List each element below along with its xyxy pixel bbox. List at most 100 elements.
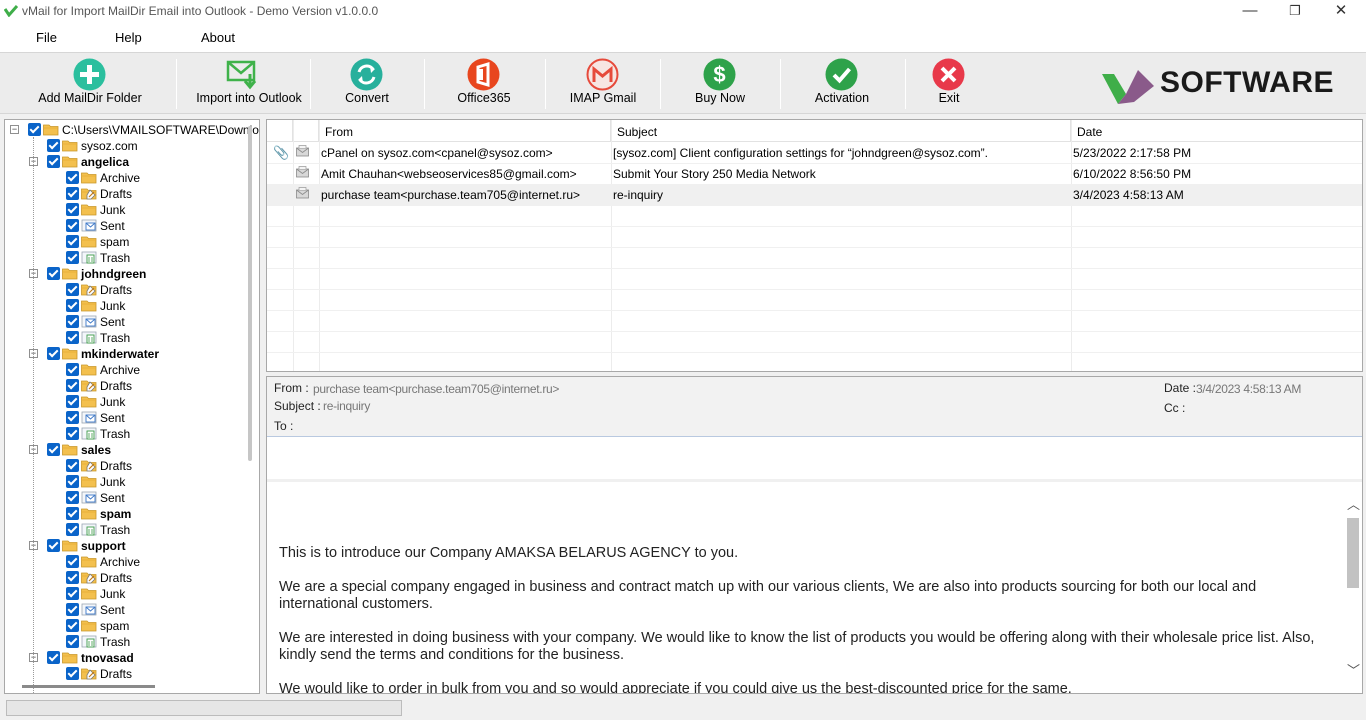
tree-item-trash[interactable]: Trash bbox=[5, 250, 259, 266]
tree-item-spam[interactable]: spam bbox=[5, 234, 259, 250]
folder-checkbox[interactable] bbox=[66, 491, 79, 504]
tree-item-archive[interactable]: Archive bbox=[5, 362, 259, 378]
tree-item-trash[interactable]: Trash bbox=[5, 330, 259, 346]
column-header-from[interactable]: From bbox=[319, 120, 611, 142]
folder-checkbox[interactable] bbox=[66, 571, 79, 584]
folder-checkbox[interactable] bbox=[66, 411, 79, 424]
tree-item-trash[interactable]: Trash bbox=[5, 522, 259, 538]
email-body[interactable]: This is to introduce our Company AMAKSA … bbox=[267, 485, 1343, 693]
tree-item-mkinderwater[interactable]: − mkinderwater bbox=[5, 346, 259, 362]
folder-checkbox[interactable] bbox=[66, 427, 79, 440]
tree-item-sent[interactable]: Sent bbox=[5, 602, 259, 618]
folder-checkbox[interactable] bbox=[66, 251, 79, 264]
folder-checkbox[interactable] bbox=[66, 475, 79, 488]
folder-checkbox[interactable] bbox=[66, 203, 79, 216]
tree-item-junk[interactable]: Junk bbox=[5, 394, 259, 410]
table-row[interactable]: Amit Chauhan<webseoservices85@gmail.com>… bbox=[267, 163, 1362, 184]
tree-item-sent[interactable]: Sent bbox=[5, 218, 259, 234]
folder-checkbox[interactable] bbox=[47, 651, 60, 664]
tree-root[interactable]: − C:\Users\VMAILSOFTWARE\Downlo... bbox=[5, 122, 259, 138]
menu-file[interactable]: File bbox=[36, 30, 57, 45]
folder-checkbox[interactable] bbox=[47, 267, 60, 280]
close-window-button[interactable]: ✕ bbox=[1318, 0, 1364, 23]
tree-item-drafts[interactable]: Drafts bbox=[5, 186, 259, 202]
collapse-toggle-icon[interactable]: − bbox=[10, 125, 19, 134]
office365-button[interactable]: Office365 bbox=[444, 53, 524, 113]
add-maildir-folder-button[interactable]: Add MailDir Folder bbox=[30, 53, 150, 113]
attachment-column-header[interactable] bbox=[267, 120, 293, 142]
activation-button[interactable]: Activation bbox=[800, 53, 884, 113]
column-header-subject[interactable]: Subject bbox=[611, 120, 1071, 142]
folder-checkbox[interactable] bbox=[66, 219, 79, 232]
buy-now-button[interactable]: $ Buy Now bbox=[680, 53, 760, 113]
folder-checkbox[interactable] bbox=[66, 603, 79, 616]
menu-about[interactable]: About bbox=[201, 30, 235, 45]
tree-item-junk[interactable]: Junk bbox=[5, 202, 259, 218]
tree-item-archive[interactable]: Archive bbox=[5, 554, 259, 570]
folder-checkbox[interactable] bbox=[66, 315, 79, 328]
folder-checkbox[interactable] bbox=[66, 235, 79, 248]
folder-checkbox[interactable] bbox=[66, 459, 79, 472]
table-row[interactable]: purchase team<purchase.team705@internet.… bbox=[267, 184, 1362, 205]
folder-checkbox[interactable] bbox=[66, 523, 79, 536]
folder-checkbox[interactable] bbox=[66, 395, 79, 408]
tree-item-drafts[interactable]: Drafts bbox=[5, 666, 259, 682]
tree-item-sent[interactable]: Sent bbox=[5, 314, 259, 330]
tree-item-angelica[interactable]: − angelica bbox=[5, 154, 259, 170]
tree-item-trash[interactable]: Trash bbox=[5, 634, 259, 650]
folder-checkbox[interactable] bbox=[47, 539, 60, 552]
import-into-outlook-button[interactable]: Import into Outlook bbox=[190, 53, 308, 113]
tree-item-spam[interactable]: spam bbox=[5, 618, 259, 634]
tree-item-support[interactable]: − support bbox=[5, 538, 259, 554]
tree-item-tnovasad[interactable]: − tnovasad bbox=[5, 650, 259, 666]
folder-checkbox[interactable] bbox=[66, 187, 79, 200]
folder-checkbox[interactable] bbox=[66, 635, 79, 648]
folder-checkbox[interactable] bbox=[47, 155, 60, 168]
folder-checkbox[interactable] bbox=[66, 363, 79, 376]
tree-item-sales[interactable]: − sales bbox=[5, 442, 259, 458]
tree-item-drafts[interactable]: Drafts bbox=[5, 378, 259, 394]
minimize-button[interactable]: — bbox=[1227, 0, 1273, 23]
restore-button[interactable]: ❐ bbox=[1272, 0, 1318, 23]
tree-item-junk[interactable]: Junk bbox=[5, 586, 259, 602]
tree-item-drafts[interactable]: Drafts bbox=[5, 458, 259, 474]
folder-checkbox[interactable] bbox=[66, 555, 79, 568]
scroll-up-icon[interactable]: ︿ bbox=[1347, 498, 1360, 511]
tree-item-trash[interactable]: Trash bbox=[5, 426, 259, 442]
table-row[interactable]: 📎 cPanel on sysoz.com<cpanel@sysoz.com> [s… bbox=[267, 142, 1362, 163]
exit-button[interactable]: Exit bbox=[922, 53, 976, 113]
tree-horizontal-scrollbar[interactable] bbox=[22, 685, 155, 688]
folder-checkbox[interactable] bbox=[47, 139, 60, 152]
folder-checkbox[interactable] bbox=[28, 123, 41, 136]
imap-gmail-button[interactable]: IMAP Gmail bbox=[562, 53, 644, 113]
folder-checkbox[interactable] bbox=[66, 667, 79, 680]
tree-item-sysoz-com[interactable]: sysoz.com bbox=[5, 138, 259, 154]
folder-checkbox[interactable] bbox=[66, 619, 79, 632]
tree-vertical-scrollbar[interactable] bbox=[248, 126, 252, 461]
tree-item-drafts[interactable]: Drafts bbox=[5, 282, 259, 298]
folder-checkbox[interactable] bbox=[66, 283, 79, 296]
folder-checkbox[interactable] bbox=[66, 379, 79, 392]
menu-help[interactable]: Help bbox=[115, 30, 142, 45]
preview-scroll-thumb[interactable] bbox=[1347, 518, 1359, 588]
folder-checkbox[interactable] bbox=[66, 331, 79, 344]
icon-column-header[interactable] bbox=[293, 120, 319, 142]
folder-checkbox[interactable] bbox=[66, 171, 79, 184]
convert-button[interactable]: Convert bbox=[330, 53, 404, 113]
scroll-down-icon[interactable]: ﹀ bbox=[1347, 664, 1360, 677]
tree-item-sent[interactable]: Sent bbox=[5, 490, 259, 506]
tree-item-junk[interactable]: Junk bbox=[5, 474, 259, 490]
folder-tree[interactable]: − C:\Users\VMAILSOFTWARE\Downlo... sysoz.c… bbox=[4, 119, 260, 694]
tree-item-junk[interactable]: Junk bbox=[5, 298, 259, 314]
folder-checkbox[interactable] bbox=[47, 443, 60, 456]
tree-item-spam[interactable]: spam bbox=[5, 506, 259, 522]
folder-checkbox[interactable] bbox=[47, 347, 60, 360]
column-header-date[interactable]: Date bbox=[1071, 120, 1362, 142]
preview-scrollbar[interactable]: ︿ ﹀ bbox=[1344, 485, 1362, 693]
tree-item-archive[interactable]: Archive bbox=[5, 170, 259, 186]
tree-item-johndgreen[interactable]: − johndgreen bbox=[5, 266, 259, 282]
folder-checkbox[interactable] bbox=[66, 507, 79, 520]
folder-checkbox[interactable] bbox=[66, 587, 79, 600]
tree-item-drafts[interactable]: Drafts bbox=[5, 570, 259, 586]
tree-item-sent[interactable]: Sent bbox=[5, 410, 259, 426]
